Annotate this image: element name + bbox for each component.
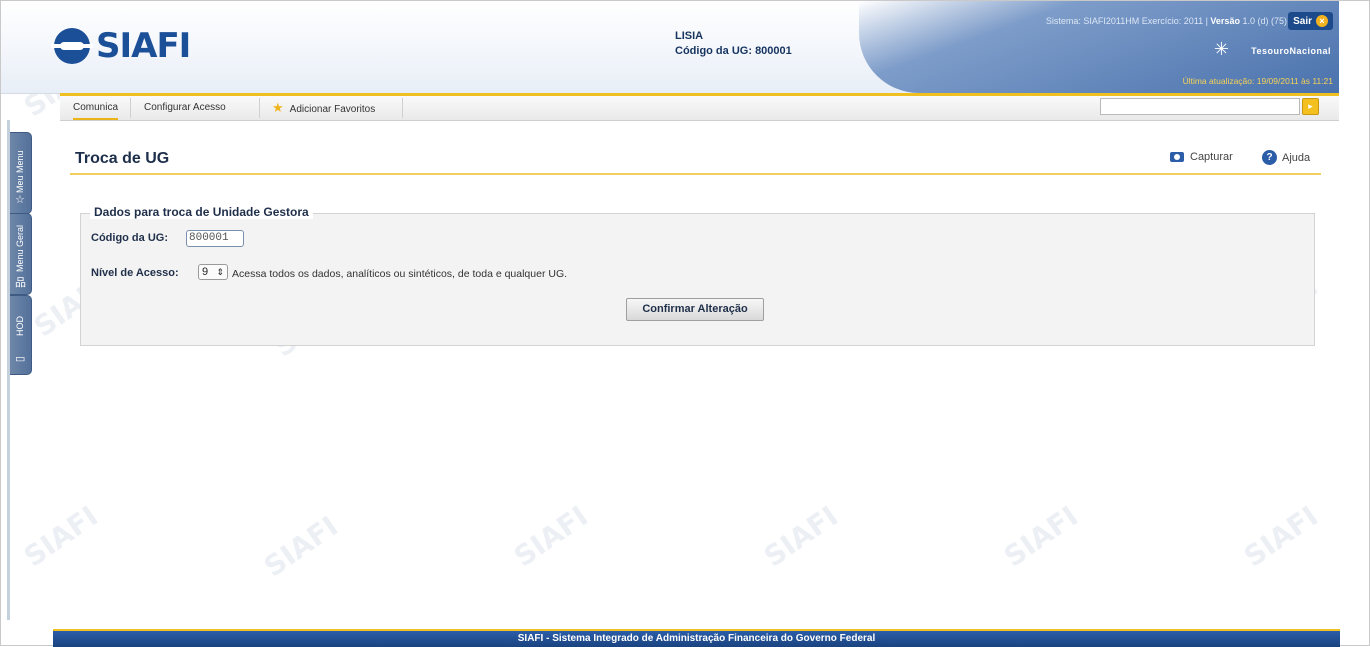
menu-divider bbox=[402, 98, 403, 118]
form-legend: Dados para troca de Unidade Gestora bbox=[90, 205, 313, 219]
capture-label: Capturar bbox=[1190, 151, 1233, 163]
version-value: 1.0 (d) (75) bbox=[1242, 16, 1287, 26]
help-icon: ? bbox=[1262, 150, 1277, 165]
ug-label: Código da UG: bbox=[675, 45, 752, 57]
star-outline-icon: ☆ bbox=[15, 194, 25, 206]
last-update: Última atualização: 19/09/2011 às 11:21 bbox=[1182, 76, 1333, 86]
siafi-logo-icon bbox=[51, 28, 93, 64]
side-tab-meu-menu[interactable]: Meu Menu ☆ bbox=[10, 132, 32, 214]
access-level-label: Nível de Acesso: bbox=[91, 267, 179, 279]
sitemap-icon: 品 bbox=[15, 277, 26, 289]
side-tab-hod[interactable]: HOD ▭ bbox=[10, 295, 32, 375]
monitor-icon: ▭ bbox=[15, 353, 26, 365]
app-footer: SIAFI - Sistema Integrado de Administraç… bbox=[53, 629, 1340, 647]
menu-bar: Comunica Configurar Acesso ★ Adicionar Fa… bbox=[60, 93, 1339, 121]
user-name: LISIA bbox=[675, 30, 704, 42]
ug-code-label: Código da UG: bbox=[91, 232, 168, 244]
access-level-value: 9 bbox=[202, 266, 209, 278]
siafi-logo-text: SIAFI bbox=[96, 26, 191, 66]
menu-item-adicionar-favoritos[interactable]: ★ Adicionar Favoritos bbox=[272, 100, 375, 116]
ug-code-input[interactable]: 800001 bbox=[186, 230, 244, 247]
system-info: Sistema: SIAFI2011HM Exercício: 2011 | V… bbox=[1045, 16, 1287, 26]
version-label: Versão bbox=[1210, 16, 1240, 26]
menu-divider bbox=[259, 98, 260, 118]
page-title: Troca de UG bbox=[75, 150, 170, 167]
user-ug: Código da UG: 800001 bbox=[675, 44, 792, 59]
title-divider bbox=[70, 173, 1321, 175]
updown-arrows-icon: ⇕ bbox=[216, 266, 224, 277]
side-tab-menu-geral[interactable]: Menu Geral 品 bbox=[10, 213, 32, 295]
ug-code: 800001 bbox=[755, 45, 792, 57]
siafi-logo: SIAFI bbox=[51, 26, 191, 66]
close-icon: × bbox=[1316, 15, 1328, 27]
menu-divider bbox=[130, 98, 131, 118]
access-level-select[interactable]: 9 ⇕ bbox=[198, 264, 228, 280]
logout-label: Sair bbox=[1293, 15, 1312, 27]
search-input[interactable] bbox=[1100, 98, 1300, 115]
confirm-change-button[interactable]: Confirmar Alteração bbox=[626, 298, 764, 321]
user-info: LISIA Código da UG: 800001 bbox=[675, 29, 792, 59]
logout-button[interactable]: Sair × bbox=[1288, 12, 1333, 30]
tesouro-star-icon: ✳ bbox=[1213, 39, 1229, 59]
help-label: Ajuda bbox=[1282, 151, 1311, 164]
star-icon: ★ bbox=[272, 100, 284, 115]
search-go-button[interactable]: ▸ bbox=[1302, 98, 1319, 115]
help-button[interactable]: ? Ajuda bbox=[1262, 150, 1310, 165]
system-exercise: Sistema: SIAFI2011HM Exercício: 2011 bbox=[1045, 16, 1204, 26]
app-header: SIAFI LISIA Código da UG: 800001 Sistema… bbox=[1, 1, 1339, 94]
menu-item-configurar-acesso[interactable]: Configurar Acesso bbox=[144, 102, 226, 118]
side-tab-label: Meu Menu bbox=[15, 150, 25, 193]
capture-button[interactable]: Capturar bbox=[1170, 151, 1233, 163]
access-level-description: Acessa todos os dados, analíticos ou sin… bbox=[232, 268, 568, 280]
side-tab-label: HOD bbox=[15, 316, 25, 336]
side-tab-label: Menu Geral bbox=[15, 224, 25, 272]
menu-item-label: Adicionar Favoritos bbox=[289, 104, 376, 115]
camera-icon bbox=[1170, 152, 1184, 162]
menu-item-comunica[interactable]: Comunica bbox=[73, 102, 119, 120]
tesouro-nacional-logo: TesouroNacional bbox=[1251, 46, 1331, 56]
